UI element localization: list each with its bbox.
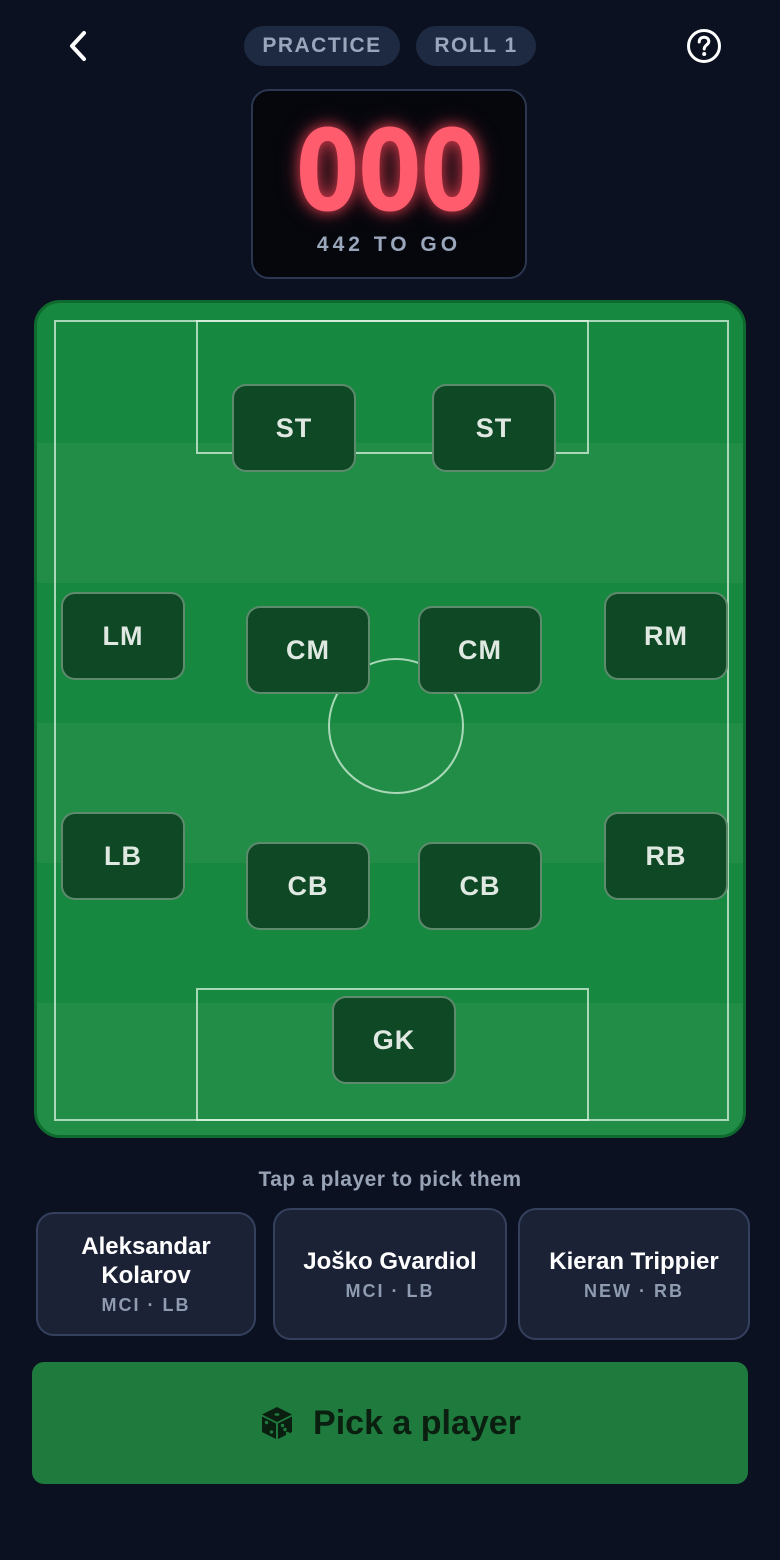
player-option-1[interactable]: Aleksandar Kolarov MCI · LB [36, 1212, 256, 1336]
player-name: Joško Gvardiol [303, 1247, 477, 1275]
slot-gk[interactable]: GK [332, 996, 456, 1084]
player-option-2[interactable]: Joško Gvardiol MCI · LB [273, 1208, 507, 1340]
player-meta: NEW · RB [584, 1280, 684, 1301]
slot-cm-left[interactable]: CM [246, 606, 370, 694]
slot-cb-left[interactable]: CB [246, 842, 370, 930]
formation-pitch: ST ST LM CM CM RM LB CB CB RB GK [34, 300, 746, 1138]
player-option-3[interactable]: Kieran Trippier NEW · RB [518, 1208, 750, 1340]
score-digits: 000 [295, 107, 484, 237]
slot-rm[interactable]: RM [604, 592, 728, 680]
slot-cb-right[interactable]: CB [418, 842, 542, 930]
player-meta: MCI · LB [345, 1280, 435, 1301]
dice-icon [262, 1407, 293, 1439]
slot-lm[interactable]: LM [61, 592, 185, 680]
mode-badge: PRACTICE [244, 26, 400, 66]
slot-lb[interactable]: LB [61, 812, 185, 900]
help-icon [687, 29, 721, 63]
scoreboard: 000 442 TO GO [251, 89, 527, 279]
slot-st-left[interactable]: ST [232, 384, 356, 472]
pick-player-button[interactable]: Pick a player [32, 1362, 748, 1484]
player-name-line2: Kolarov [101, 1262, 191, 1289]
player-name-line1: Aleksandar [81, 1233, 211, 1260]
slot-st-right[interactable]: ST [432, 384, 556, 472]
chevron-left-icon [70, 31, 86, 61]
player-meta: MCI · LB [101, 1295, 191, 1315]
points-remaining: 442 TO GO [316, 233, 462, 256]
player-name: Kieran Trippier [549, 1247, 719, 1275]
back-button[interactable] [58, 26, 98, 66]
picker-hint: Tap a player to pick them [258, 1168, 522, 1191]
slot-rb[interactable]: RB [604, 812, 728, 900]
roll-badge: ROLL 1 [416, 26, 536, 66]
help-button[interactable] [684, 26, 724, 66]
pick-player-label: Pick a player [313, 1403, 521, 1442]
slot-cm-right[interactable]: CM [418, 606, 542, 694]
